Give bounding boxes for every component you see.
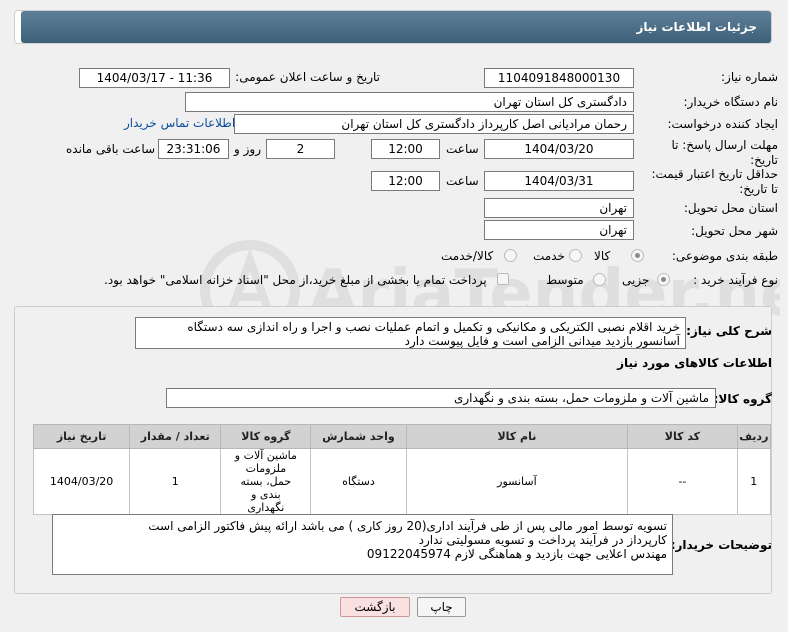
- category-option-service: خدمت: [533, 249, 565, 263]
- table-header-row: ردیف کد کالا نام کالا واحد شمارش گروه کا…: [32, 424, 772, 449]
- deadline-label-2: تاریخ:: [750, 153, 778, 167]
- purchase-radio-medium[interactable]: [593, 273, 606, 286]
- back-button[interactable]: بازگشت: [340, 597, 410, 617]
- buyer-note-line: مهندس اعلایی جهت بازدید و هماهنگی لازم 0…: [366, 547, 667, 561]
- city-field[interactable]: تهران: [484, 220, 634, 240]
- purchase-type-label: نوع فرآیند خرید :: [693, 273, 778, 287]
- category-radio-service[interactable]: [569, 249, 582, 262]
- deadline-date-field[interactable]: 1404/03/20: [484, 139, 634, 159]
- buyer-org-label: نام دستگاه خریدار:: [683, 95, 779, 109]
- remaining-label: ساعت باقی مانده: [66, 142, 156, 156]
- col-header-need-date: تاریخ نیاز: [32, 424, 131, 449]
- treasury-payment-note: پرداخت تمام یا بخشی از مبلغ خرید،از محل …: [104, 273, 487, 287]
- buyer-note-line: تسویه توسط امور مالی پس از طی فرآیند ادا…: [148, 519, 667, 533]
- purchase-radio-minor[interactable]: [657, 273, 670, 286]
- cell-row-number: 1: [736, 448, 772, 515]
- price-date-field[interactable]: 1404/03/31: [484, 171, 634, 191]
- deadline-time-label: ساعت: [446, 142, 479, 156]
- deadline-label: مهلت ارسال پاسخ: تا: [671, 138, 778, 152]
- province-field[interactable]: تهران: [484, 198, 634, 218]
- province-label: استان محل تحویل:: [683, 201, 778, 215]
- cell-goods-group: ماشین آلات و ملزومات حمل، بسته بندی و نگ…: [220, 448, 312, 515]
- cell-goods-name: آسانسور: [405, 448, 629, 515]
- need-number-field[interactable]: 1104091848000130: [484, 68, 634, 88]
- announce-label: تاریخ و ساعت اعلان عمومی:: [235, 70, 380, 84]
- contact-info-link[interactable]: اطلاعات تماس خریدار: [124, 116, 235, 130]
- purchase-option-medium: متوسط: [546, 273, 584, 287]
- cell-need-date: 1404/03/20: [32, 448, 131, 515]
- print-button[interactable]: چاپ: [417, 597, 466, 617]
- announce-field[interactable]: 1404/03/17 - 11:36: [79, 68, 230, 88]
- items-section-title: اطلاعات کالاهای مورد نیاز: [617, 356, 772, 370]
- col-header-unit: واحد شمارش: [310, 424, 407, 449]
- price-time-label: ساعت: [446, 174, 479, 188]
- page-header: جزئیات اطلاعات نیاز: [14, 10, 772, 44]
- page-title: جزئیات اطلاعات نیاز: [21, 11, 771, 43]
- items-table: ردیف کد کالا نام کالا واحد شمارش گروه کا…: [32, 424, 772, 515]
- col-header-goods-code: کد کالا: [627, 424, 738, 449]
- goods-group-label: گروه کالا:: [713, 392, 772, 406]
- deadline-time-field[interactable]: 12:00: [371, 139, 440, 159]
- goods-group-field[interactable]: ماشین آلات و ملزومات حمل، بسته بندی و نگ…: [166, 388, 716, 408]
- category-option-both: کالا/خدمت: [441, 249, 494, 263]
- treasury-payment-checkbox[interactable]: [497, 273, 509, 285]
- col-header-row-number: ردیف: [736, 424, 772, 449]
- price-validity-label-2: تا تاریخ:: [739, 182, 778, 196]
- cell-quantity: 1: [129, 448, 222, 515]
- buyer-notes-textarea[interactable]: تسویه توسط امور مالی پس از طی فرآیند ادا…: [52, 514, 673, 575]
- buyer-note-line: کارپرداز در فرآیند پرداخت و تسویه مسولیت…: [418, 533, 667, 547]
- cell-unit: دستگاه: [310, 448, 407, 515]
- price-validity-label: حداقل تاریخ اعتبار قیمت:: [651, 167, 778, 181]
- col-header-goods-group: گروه کالا: [220, 424, 312, 449]
- need-number-label: شماره نیاز:: [721, 70, 778, 84]
- category-radio-goods[interactable]: [631, 249, 644, 262]
- remaining-time-field[interactable]: 23:31:06: [158, 139, 229, 159]
- col-header-goods-name: نام کالا: [405, 424, 629, 449]
- cell-goods-code: --: [627, 448, 738, 515]
- description-label: شرح کلی نیاز:: [686, 324, 772, 338]
- col-header-quantity: تعداد / مقدار: [129, 424, 222, 449]
- days-label: روز و: [234, 142, 261, 156]
- description-textarea[interactable]: خرید اقلام نصبی الکتریکی و مکانیکی و تکم…: [135, 317, 686, 349]
- price-time-field[interactable]: 12:00: [371, 171, 440, 191]
- category-option-goods: کالا: [594, 249, 611, 263]
- category-label: طبقه بندی موضوعی:: [671, 249, 778, 263]
- days-field[interactable]: 2: [266, 139, 335, 159]
- category-radio-both[interactable]: [504, 249, 517, 262]
- city-label: شهر محل تحویل:: [691, 224, 778, 238]
- purchase-option-minor: جزیی: [622, 273, 650, 287]
- buyer-notes-label: توضیحات خریدار:: [670, 538, 772, 552]
- requester-label: ایجاد کننده درخواست:: [667, 117, 778, 131]
- table-row: 1 -- آسانسور دستگاه ماشین آلات و ملزومات…: [32, 448, 772, 515]
- requester-field[interactable]: رحمان مرادیانی اصل کارپرداز دادگستری کل …: [234, 114, 634, 134]
- buyer-org-field[interactable]: دادگستری کل استان تهران: [185, 92, 634, 112]
